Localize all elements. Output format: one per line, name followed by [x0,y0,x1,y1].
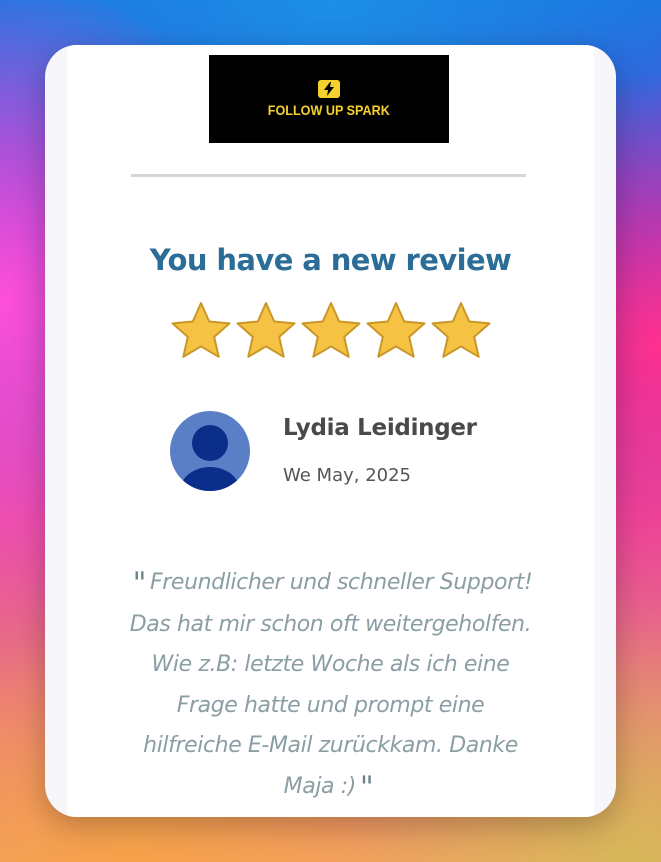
star-icon [364,300,428,360]
star-icon [429,300,493,360]
star-icon [299,300,363,360]
divider [131,174,526,177]
star-rating [169,300,493,360]
star-icon [234,300,298,360]
follow-up-spark-logo: FOLLOW UP SPARK [209,55,449,143]
email-content: FOLLOW UP SPARK You have a new review Ly… [67,45,594,817]
review-notification-card: FOLLOW UP SPARK You have a new review Ly… [45,45,616,817]
review-body: Freundlicher und schneller Support! Das … [129,570,533,799]
page-title: You have a new review [149,243,512,277]
logo-text: FOLLOW UP SPARK [267,102,391,118]
star-icon [169,300,233,360]
open-quote-icon: " [132,566,147,601]
person-avatar-icon [170,411,250,491]
lightning-bolt-icon [318,80,340,98]
reviewer-name: Lydia Leidinger [283,415,477,441]
review-text-block: " Freundlicher und schneller Support! Das… [127,563,534,808]
close-quote-icon: " [359,769,374,805]
review-date: We May, 2025 [283,465,412,486]
